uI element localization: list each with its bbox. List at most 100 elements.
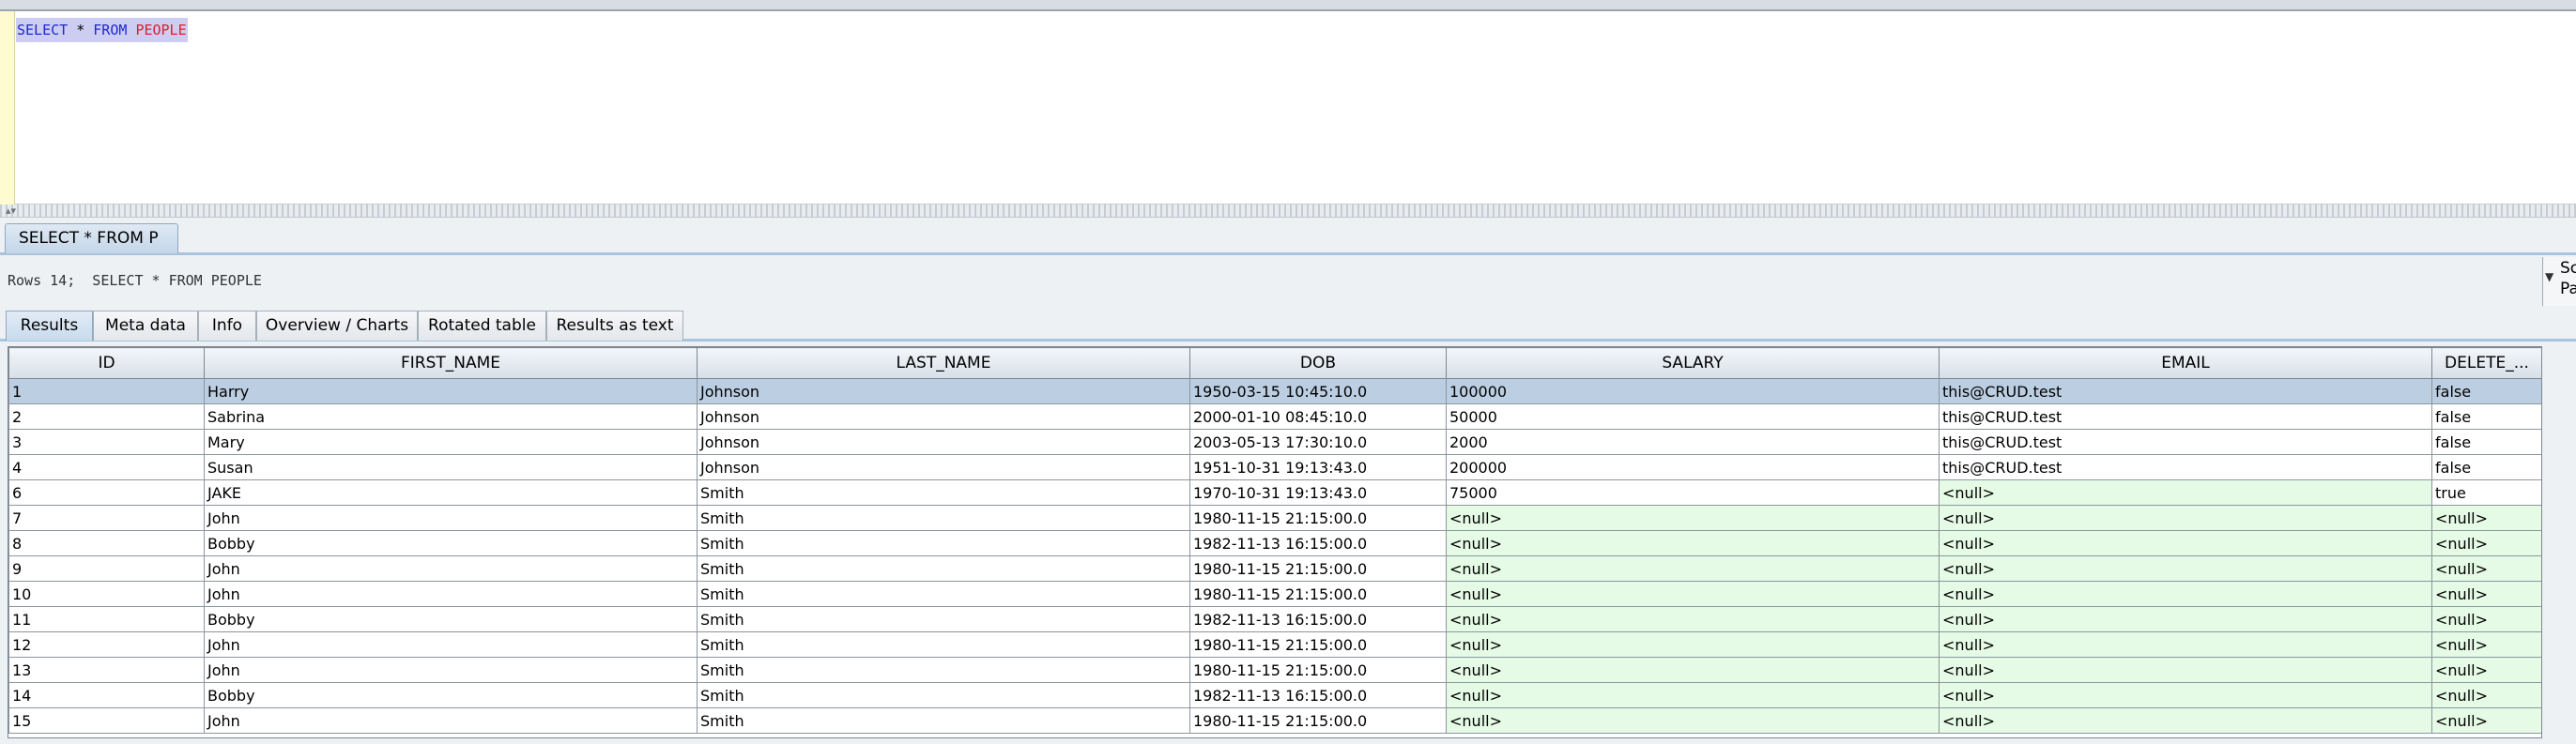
cell-deleted[interactable]: false [2431, 429, 2541, 455]
query-result-tab[interactable]: SELECT * FROM P [5, 223, 178, 253]
cell-salary[interactable]: 100000 [1446, 378, 1940, 404]
cell-id[interactable]: 8 [8, 530, 205, 556]
cell-id[interactable]: 10 [8, 581, 205, 607]
cell-last-name[interactable]: Smith [697, 505, 1190, 531]
split-pane-divider[interactable]: ▴▾ [0, 205, 2576, 218]
cell-dob[interactable]: 2003-05-13 17:30:10.0 [1189, 429, 1447, 455]
cell-first-name[interactable]: John [204, 631, 698, 658]
table-row[interactable]: 7 John Smith 1980-11-15 21:15:00.0 <null> <nu… [8, 505, 2541, 531]
cell-email[interactable]: this@CRUD.test [1939, 454, 2432, 480]
table-row[interactable]: 15 John Smith 1980-11-15 21:15:00.0 <null> <n… [8, 707, 2541, 734]
column-header-first-name[interactable]: FIRST_NAME [204, 347, 698, 379]
cell-first-name[interactable]: John [204, 555, 698, 582]
cell-email[interactable]: <null> [1939, 657, 2432, 683]
cell-first-name[interactable]: Sabrina [204, 403, 698, 430]
cell-deleted[interactable]: <null> [2431, 657, 2541, 683]
cell-deleted[interactable]: <null> [2431, 505, 2541, 531]
column-header-deleted[interactable]: DELETE_... [2431, 347, 2541, 379]
table-row[interactable]: 9 John Smith 1980-11-15 21:15:00.0 <null> <nu… [8, 555, 2541, 582]
sql-statement[interactable]: SELECT * FROM PEOPLE [16, 18, 188, 42]
cell-dob[interactable]: 1970-10-31 19:13:43.0 [1189, 479, 1447, 506]
cell-salary[interactable]: 2000 [1446, 429, 1940, 455]
sql-editor[interactable]: SELECT * FROM PEOPLE [0, 11, 2576, 205]
cell-email[interactable]: this@CRUD.test [1939, 429, 2432, 455]
cell-id[interactable]: 2 [8, 403, 205, 430]
table-row[interactable]: 1 Harry Johnson 1950-03-15 10:45:10.0 100000… [8, 378, 2541, 404]
cell-first-name[interactable]: Bobby [204, 530, 698, 556]
table-row[interactable]: 6 JAKE Smith 1970-10-31 19:13:43.0 75000 <nul… [8, 479, 2541, 506]
cell-email[interactable]: <null> [1939, 505, 2432, 531]
tab-info[interactable]: Info [198, 311, 256, 341]
cell-salary[interactable]: <null> [1446, 505, 1940, 531]
cell-email[interactable]: <null> [1939, 631, 2432, 658]
cell-last-name[interactable]: Smith [697, 530, 1190, 556]
cell-last-name[interactable]: Smith [697, 581, 1190, 607]
tab-meta-data[interactable]: Meta data [93, 311, 198, 341]
table-row[interactable]: 12 John Smith 1980-11-15 21:15:00.0 <null> <n… [8, 631, 2541, 658]
cell-dob[interactable]: 1980-11-15 21:15:00.0 [1189, 657, 1447, 683]
cell-last-name[interactable]: Smith [697, 555, 1190, 582]
cell-email[interactable]: <null> [1939, 479, 2432, 506]
cell-salary[interactable]: <null> [1446, 555, 1940, 582]
table-row[interactable]: 10 John Smith 1980-11-15 21:15:00.0 <null> <n… [8, 581, 2541, 607]
cell-email[interactable]: <null> [1939, 707, 2432, 734]
cell-email[interactable]: <null> [1939, 682, 2432, 708]
cell-id[interactable]: 4 [8, 454, 205, 480]
cell-id[interactable]: 9 [8, 555, 205, 582]
cell-salary[interactable]: <null> [1446, 606, 1940, 632]
table-row[interactable]: 8 Bobby Smith 1982-11-13 16:15:00.0 <null> <n… [8, 530, 2541, 556]
cell-id[interactable]: 15 [8, 707, 205, 734]
table-row[interactable]: 14 Bobby Smith 1982-11-13 16:15:00.0 <null> <… [8, 682, 2541, 708]
cell-first-name[interactable]: Bobby [204, 682, 698, 708]
cell-salary[interactable]: <null> [1446, 657, 1940, 683]
cell-first-name[interactable]: JAKE [204, 479, 698, 506]
cell-email[interactable]: <null> [1939, 581, 2432, 607]
cell-deleted[interactable]: <null> [2431, 606, 2541, 632]
cell-last-name[interactable]: Smith [697, 682, 1190, 708]
cell-dob[interactable]: 1982-11-13 16:15:00.0 [1189, 682, 1447, 708]
cell-dob[interactable]: 1982-11-13 16:15:00.0 [1189, 606, 1447, 632]
split-arrows-icon[interactable]: ▴▾ [6, 205, 16, 218]
cell-dob[interactable]: 1980-11-15 21:15:00.0 [1189, 555, 1447, 582]
cell-first-name[interactable]: John [204, 505, 698, 531]
cell-dob[interactable]: 1950-03-15 10:45:10.0 [1189, 378, 1447, 404]
cell-first-name[interactable]: Bobby [204, 606, 698, 632]
cell-salary[interactable]: 200000 [1446, 454, 1940, 480]
cell-email[interactable]: <null> [1939, 530, 2432, 556]
cell-last-name[interactable]: Johnson [697, 454, 1190, 480]
table-row[interactable]: 3 Mary Johnson 2003-05-13 17:30:10.0 2000 thi… [8, 429, 2541, 455]
cell-id[interactable]: 1 [8, 378, 205, 404]
tab-results[interactable]: Results [6, 311, 93, 341]
tab-overview-charts[interactable]: Overview / Charts [256, 311, 418, 341]
cell-salary[interactable]: <null> [1446, 682, 1940, 708]
cell-deleted[interactable]: <null> [2431, 631, 2541, 658]
table-row[interactable]: 2 Sabrina Johnson 2000-01-10 08:45:10.0 5000… [8, 403, 2541, 430]
cell-id[interactable]: 13 [8, 657, 205, 683]
column-header-salary[interactable]: SALARY [1446, 347, 1940, 379]
cell-first-name[interactable]: John [204, 707, 698, 734]
table-row[interactable]: 13 John Smith 1980-11-15 21:15:00.0 <null> <n… [8, 657, 2541, 683]
cell-deleted[interactable]: <null> [2431, 682, 2541, 708]
cell-email[interactable]: <null> [1939, 606, 2432, 632]
cell-dob[interactable]: 1980-11-15 21:15:00.0 [1189, 581, 1447, 607]
cell-deleted[interactable]: <null> [2431, 707, 2541, 734]
cell-id[interactable]: 6 [8, 479, 205, 506]
cell-id[interactable]: 7 [8, 505, 205, 531]
cell-salary[interactable]: <null> [1446, 530, 1940, 556]
cell-deleted[interactable]: false [2431, 403, 2541, 430]
cell-deleted[interactable]: <null> [2431, 581, 2541, 607]
results-grid[interactable]: ID FIRST_NAME LAST_NAME DOB SALARY EMAIL… [8, 346, 2542, 738]
cell-id[interactable]: 11 [8, 606, 205, 632]
column-header-id[interactable]: ID [8, 347, 205, 379]
cell-last-name[interactable]: Smith [697, 479, 1190, 506]
tab-rotated-table[interactable]: Rotated table [418, 311, 546, 341]
cell-dob[interactable]: 1980-11-15 21:15:00.0 [1189, 505, 1447, 531]
dropdown-arrow-icon[interactable]: ▼ [2545, 270, 2553, 283]
cell-salary[interactable]: 75000 [1446, 479, 1940, 506]
cell-first-name[interactable]: John [204, 581, 698, 607]
cell-first-name[interactable]: Harry [204, 378, 698, 404]
cell-dob[interactable]: 1980-11-15 21:15:00.0 [1189, 631, 1447, 658]
cell-deleted[interactable]: <null> [2431, 555, 2541, 582]
cell-salary[interactable]: <null> [1446, 581, 1940, 607]
column-header-last-name[interactable]: LAST_NAME [697, 347, 1190, 379]
